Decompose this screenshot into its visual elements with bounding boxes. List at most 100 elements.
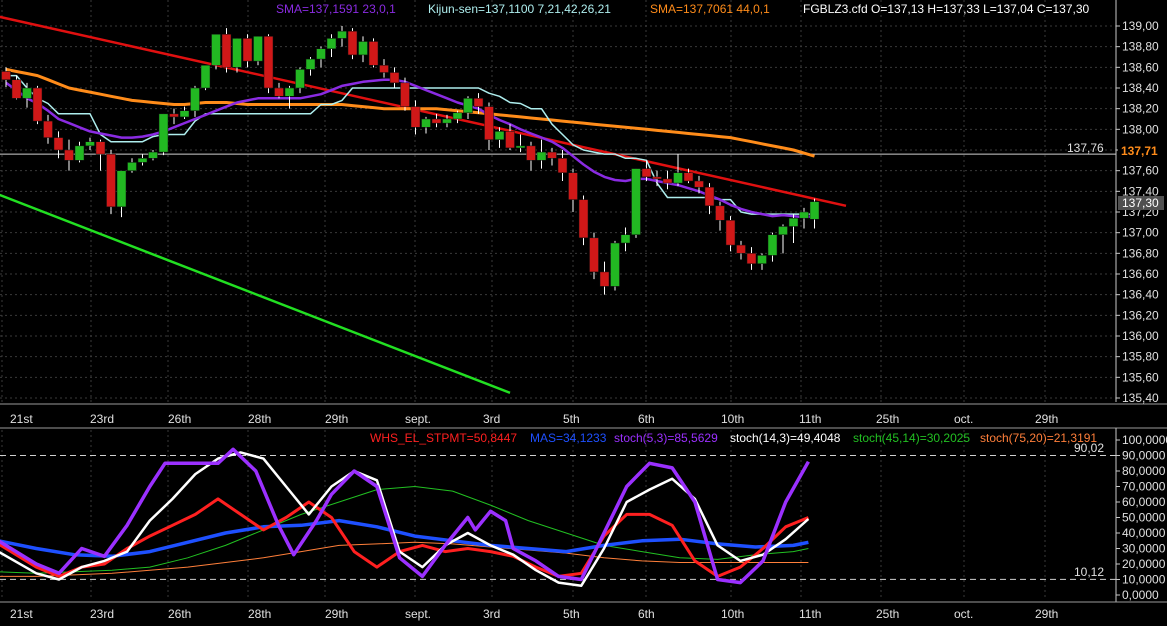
- candle-up: [284, 87, 295, 97]
- level-low-label: 10,12: [1074, 565, 1104, 579]
- candle-down: [641, 168, 652, 178]
- candle-up: [452, 112, 463, 120]
- candle-up: [515, 145, 526, 149]
- candle-up: [74, 145, 85, 161]
- kijun-label: Kijun-sen=137,1100 7,21,42,26,21: [428, 2, 611, 16]
- date-label: 10th: [721, 412, 744, 426]
- candle-down: [484, 106, 494, 140]
- candle-down: [400, 82, 410, 107]
- candle-up: [809, 201, 820, 220]
- candle-up: [158, 113, 169, 153]
- stoch14-label: stoch(14,3)=49,4048: [730, 431, 841, 445]
- date-label: 21st: [10, 607, 33, 621]
- candle-down: [568, 172, 578, 200]
- candle-down: [652, 176, 662, 180]
- candle-up: [620, 234, 631, 244]
- candle-down: [274, 87, 284, 97]
- candle-up: [421, 118, 431, 128]
- stoch5-label: stoch(5,3)=85,5629: [614, 431, 718, 445]
- candle-down: [704, 186, 715, 207]
- price-tick-label: 138,60: [1122, 60, 1159, 74]
- date-label: 28th: [248, 607, 271, 621]
- price-tick-label: 136,00: [1122, 329, 1159, 343]
- sma23-label: SMA=137,1591 23,0,1: [276, 2, 396, 16]
- candle-down: [368, 41, 379, 66]
- date-label: 5th: [563, 412, 580, 426]
- candle-up: [631, 168, 641, 235]
- candle-up: [767, 234, 778, 256]
- horizontal-line-label: 137,76: [1067, 141, 1104, 155]
- candle-up: [253, 36, 263, 62]
- candle-down: [725, 220, 736, 246]
- candle-down: [683, 172, 694, 182]
- candle-up: [127, 162, 137, 171]
- date-label: 29th: [325, 607, 348, 621]
- osc-tick-label: 0,0000: [1122, 588, 1159, 602]
- price-tick-label: 138,00: [1122, 122, 1159, 136]
- date-label: 21st: [10, 412, 33, 426]
- candle-up: [757, 255, 767, 264]
- osc-tick-label: 30,0000: [1122, 542, 1166, 556]
- osc-tick-label: 50,0000: [1122, 511, 1166, 525]
- candle-down: [410, 106, 421, 128]
- candle-up: [778, 226, 788, 235]
- candle-up: [295, 69, 305, 89]
- osc-tick-label: 10,0000: [1122, 573, 1166, 587]
- date-label: 3rd: [483, 412, 500, 426]
- candle-down: [526, 145, 536, 161]
- candle-down: [242, 38, 253, 62]
- candle-down: [53, 137, 64, 151]
- candle-up: [305, 58, 316, 70]
- price-tick-label: 138,40: [1122, 81, 1159, 95]
- candle-down: [106, 153, 116, 208]
- sma44-label: SMA=137,7061 44,0,1: [650, 2, 770, 16]
- date-label: 11th: [799, 607, 821, 621]
- candle-up: [22, 87, 32, 99]
- candle-down: [547, 151, 557, 159]
- candle-up: [799, 211, 809, 219]
- price-tick-label: 135,60: [1122, 370, 1159, 384]
- date-label: 29th: [1035, 607, 1058, 621]
- osc-tick-label: 40,0000: [1122, 526, 1166, 540]
- date-label: 25th: [876, 607, 899, 621]
- candle-down: [95, 141, 106, 155]
- candle-down: [169, 113, 179, 118]
- candle-down: [505, 131, 515, 149]
- date-label: oct.: [954, 607, 973, 621]
- candle-down: [736, 244, 746, 254]
- stoch45-label: stoch(45,14)=30,2025: [853, 431, 970, 445]
- candle-down: [347, 30, 358, 56]
- candle-down: [557, 158, 568, 173]
- candle-down: [578, 199, 589, 239]
- candle-up: [442, 118, 452, 124]
- date-label: 29th: [325, 412, 348, 426]
- whs-label: WHS_EL_STPMT=50,8447: [370, 431, 517, 445]
- candle-up: [211, 34, 221, 66]
- price-tick-label: 135,80: [1122, 350, 1159, 364]
- date-label: 26th: [168, 412, 191, 426]
- date-label: 3rd: [483, 607, 500, 621]
- candle-up: [137, 158, 148, 163]
- candle-down: [1, 71, 11, 80]
- candle-up: [494, 131, 505, 140]
- candle-down: [32, 87, 43, 122]
- candle-up: [200, 65, 211, 89]
- price-tick-label: 135,40: [1122, 391, 1159, 405]
- price-tick-label: 139,00: [1122, 19, 1159, 33]
- price-tick-label: 138,20: [1122, 102, 1159, 116]
- date-label: oct.: [954, 412, 973, 426]
- candle-up: [673, 172, 683, 184]
- candle-down: [379, 65, 389, 73]
- candle-up: [337, 30, 347, 39]
- price-tick-label: 137,60: [1122, 164, 1159, 178]
- candle-up: [536, 151, 547, 161]
- candle-down: [746, 253, 757, 264]
- candle-up: [116, 170, 127, 208]
- osc-tick-label: 20,0000: [1122, 557, 1166, 571]
- date-label: 5th: [563, 607, 580, 621]
- candle-down: [43, 120, 53, 138]
- candle-up: [85, 141, 95, 147]
- candle-down: [64, 149, 74, 161]
- mas-label: MAS=34,1233: [530, 431, 607, 445]
- osc-tick-label: 100,0000: [1122, 433, 1167, 447]
